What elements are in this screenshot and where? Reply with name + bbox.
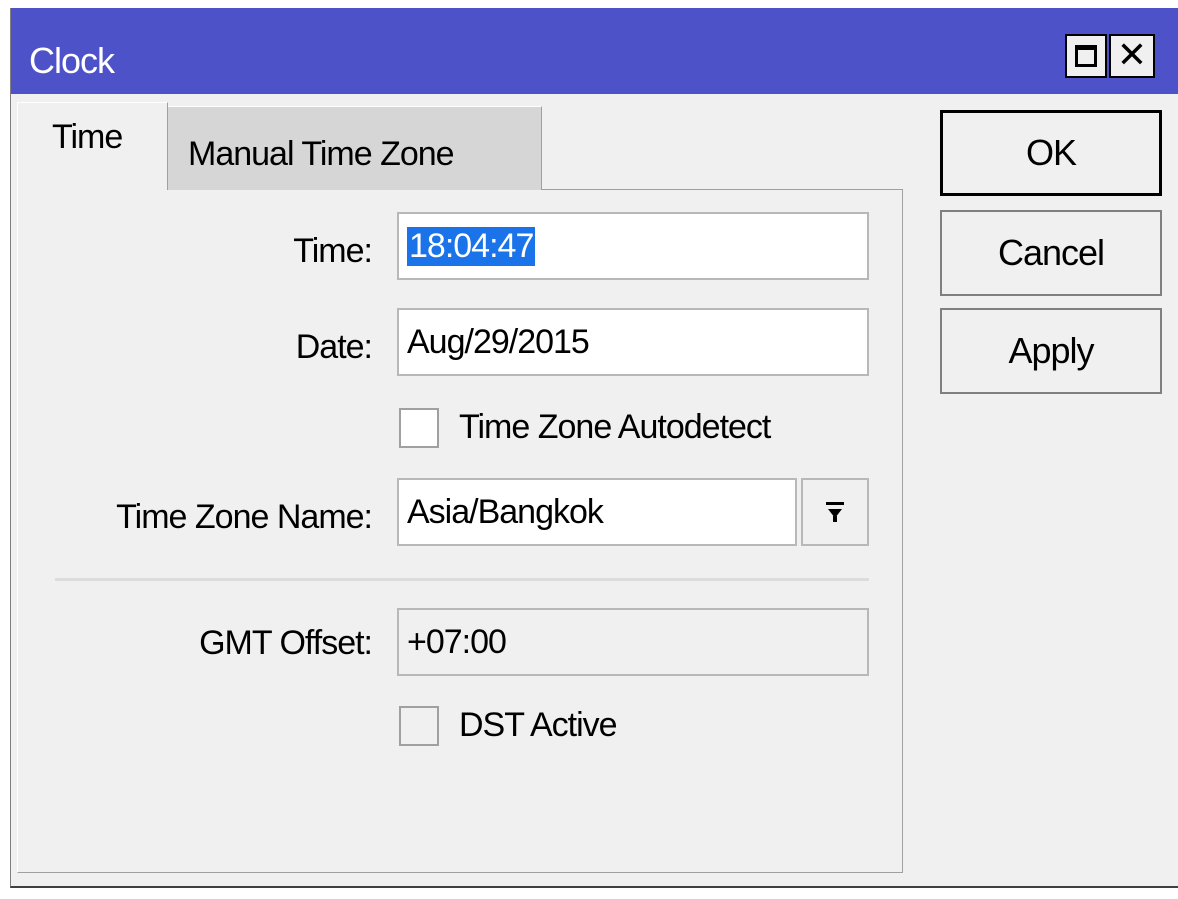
close-icon: ✕	[1116, 35, 1148, 76]
apply-button[interactable]: Apply	[940, 308, 1162, 394]
tab-time-label: Time	[52, 118, 123, 156]
gmt-offset-value: +07:00	[407, 622, 507, 661]
tab-manual-time-zone[interactable]: Manual Time Zone	[168, 106, 542, 190]
maximize-button[interactable]	[1065, 34, 1107, 78]
tz-name-select[interactable]: Asia/Bangkok	[397, 478, 797, 546]
apply-button-label: Apply	[1008, 330, 1094, 371]
tz-autodetect-checkbox[interactable]	[399, 408, 439, 448]
separator	[55, 578, 869, 581]
tz-name-dropdown-button[interactable]	[801, 478, 869, 546]
tz-name-label: Time Zone Name:	[116, 498, 373, 536]
maximize-icon	[1075, 45, 1097, 67]
close-button[interactable]: ✕	[1109, 34, 1155, 78]
dropdown-arrow-icon	[826, 502, 844, 522]
tz-name-value: Asia/Bangkok	[407, 492, 604, 531]
date-input[interactable]: Aug/29/2015	[397, 308, 869, 376]
ok-button[interactable]: OK	[940, 110, 1162, 196]
tab-manual-time-zone-label: Manual Time Zone	[188, 135, 455, 173]
clock-window: Clock ✕ Time Manual Time Zone Time: 18:0…	[10, 8, 1178, 888]
tab-time[interactable]: Time	[17, 102, 168, 190]
date-value: Aug/29/2015	[407, 322, 590, 361]
title-bar[interactable]: Clock ✕	[11, 8, 1178, 94]
gmt-offset-label: GMT Offset:	[199, 624, 373, 662]
date-label: Date:	[295, 328, 373, 366]
dst-active-label: DST Active	[459, 706, 618, 744]
window-title: Clock	[29, 40, 115, 81]
ok-button-label: OK	[1025, 132, 1077, 173]
time-label: Time:	[293, 232, 373, 270]
time-input[interactable]: 18:04:47	[397, 212, 869, 280]
cancel-button-label: Cancel	[997, 232, 1105, 273]
cancel-button[interactable]: Cancel	[940, 210, 1162, 296]
time-value: 18:04:47	[407, 226, 536, 266]
dst-active-checkbox	[399, 706, 439, 746]
tz-autodetect-label[interactable]: Time Zone Autodetect	[459, 408, 771, 447]
gmt-offset-field: +07:00	[397, 608, 869, 676]
